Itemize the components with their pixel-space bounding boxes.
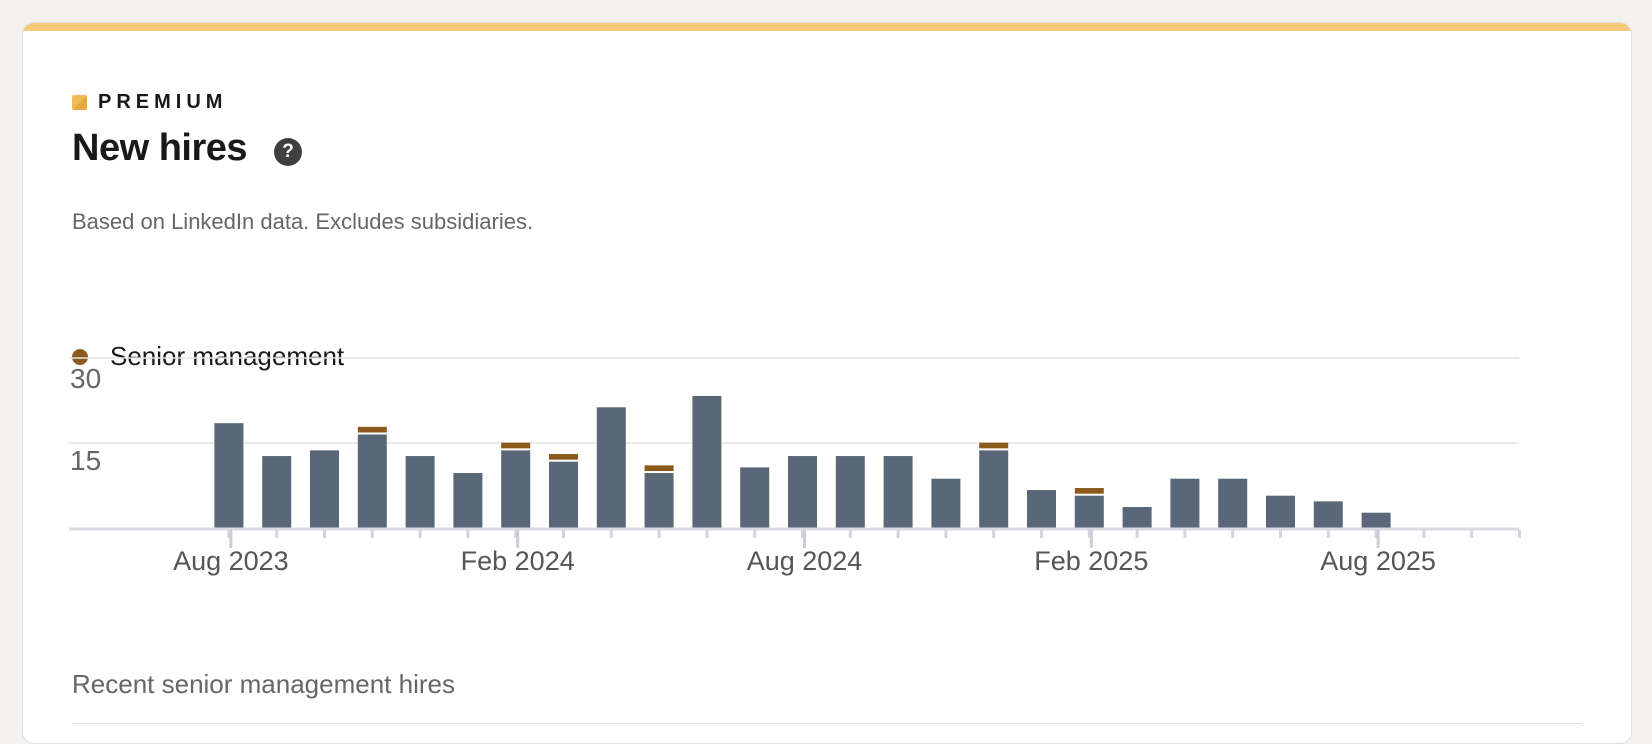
y-tick-label: 15 — [70, 445, 101, 476]
bar — [1266, 495, 1295, 528]
bar — [692, 395, 722, 528]
bar — [644, 473, 674, 528]
bar — [501, 450, 531, 528]
bar — [1313, 501, 1343, 528]
bar — [214, 423, 244, 528]
bar-senior-management — [979, 442, 1009, 449]
x-tick-label: Feb 2025 — [1034, 546, 1148, 576]
x-tick-label: Aug 2023 — [173, 546, 289, 576]
bar-senior-management — [644, 465, 674, 472]
x-tick-label: Feb 2024 — [461, 546, 575, 576]
bar — [1122, 507, 1152, 528]
new-hires-card: PREMIUM New hires ? Based on LinkedIn da… — [22, 22, 1632, 744]
bar — [549, 461, 578, 528]
bar — [931, 478, 961, 528]
x-tick-label: Aug 2024 — [747, 546, 863, 576]
bar — [262, 456, 292, 528]
y-tick-label: 30 — [70, 363, 101, 394]
bar-senior-management — [549, 454, 578, 460]
bar-senior-management — [501, 442, 531, 449]
bar — [453, 473, 483, 528]
bar-senior-management — [1074, 488, 1104, 494]
new-hires-bar-chart: 15 30 Aug 2023 Feb 2024 Aug 2024 Feb 2025 Aug … — [69, 357, 1521, 576]
bar-senior-management — [357, 426, 387, 433]
x-tick-label: Aug 2025 — [1320, 546, 1436, 576]
bar — [788, 456, 817, 528]
bar — [596, 407, 626, 528]
bar — [883, 456, 913, 528]
bar — [1074, 495, 1104, 528]
bar — [1170, 478, 1200, 528]
bar — [1361, 512, 1391, 528]
bar — [1218, 478, 1248, 528]
bar — [979, 450, 1009, 528]
bar — [740, 467, 770, 528]
bar — [405, 456, 435, 528]
bar — [310, 450, 339, 528]
bar — [1027, 490, 1056, 528]
section-divider — [72, 723, 1582, 724]
bar — [835, 456, 865, 528]
bar — [357, 434, 387, 528]
section-title: Recent senior management hires — [72, 669, 455, 699]
